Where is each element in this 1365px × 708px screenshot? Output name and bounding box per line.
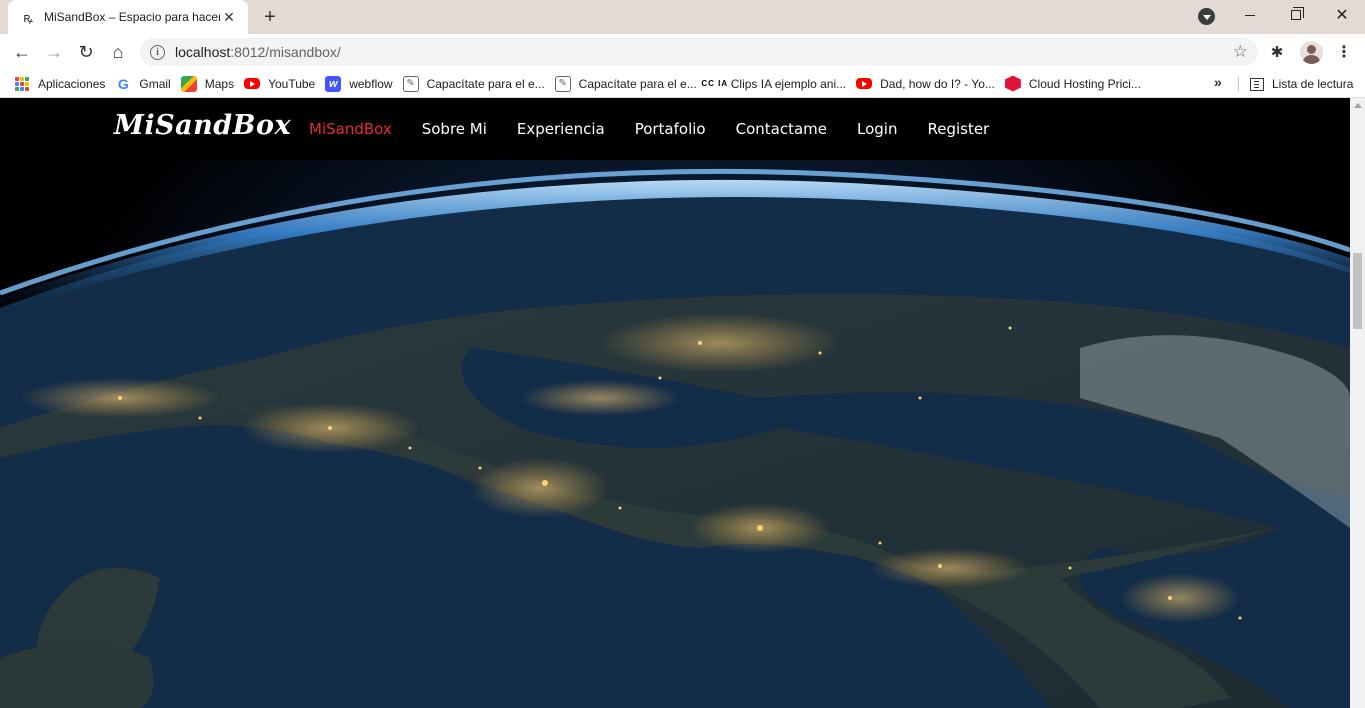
edit-page-icon: ✎ (402, 75, 419, 92)
minimize-icon (1245, 14, 1255, 16)
site-info-icon[interactable]: i (150, 44, 165, 60)
browser-toolbar: ← → ↻ ⌂ i localhost:8012/misandbox/ ☆ ✱ … (0, 34, 1365, 70)
bookmark-label: Dad, how do I? - Yo... (880, 76, 995, 91)
bookmark-cloud-hosting[interactable]: Cloud Hosting Prici... (1004, 72, 1149, 96)
bookmarks-divider (1238, 76, 1239, 92)
tab-search-icon[interactable] (1198, 8, 1215, 25)
nav-link-contactame[interactable]: Contactame (736, 120, 827, 138)
bookmark-dad-how-do-i[interactable]: Dad, how do I? - Yo... (856, 72, 1003, 96)
nav-link-sobre-mi[interactable]: Sobre Mi (422, 120, 487, 138)
ccia-icon: CC IA (701, 79, 729, 88)
bookmark-label: Capacítate para el e... (426, 76, 545, 91)
bookmark-aplicaciones[interactable]: Aplicaciones (14, 72, 113, 96)
window-restore-button[interactable] (1273, 0, 1319, 30)
youtube-icon (244, 78, 261, 89)
home-button[interactable]: ⌂ (103, 37, 133, 67)
google-icon: G (117, 75, 129, 92)
hero-image (0, 98, 1350, 708)
browser-menu-icon[interactable]: ⋮ (1334, 40, 1354, 64)
bookmark-label: webflow (349, 76, 393, 91)
bookmark-star-icon[interactable]: ☆ (1233, 42, 1248, 62)
nav-link-misandbox[interactable]: MiSandBox (309, 120, 392, 138)
maps-icon (180, 75, 197, 92)
site-nav-links: MiSandBox Sobre Mi Experiencia Portafoli… (309, 120, 1019, 138)
scrollbar-thumb[interactable] (1353, 253, 1362, 329)
bookmarks-bar: Aplicaciones G Gmail Maps YouTube w webf… (0, 70, 1365, 98)
bookmark-label: YouTube (268, 76, 316, 91)
bookmark-gmail[interactable]: G Gmail (115, 72, 178, 96)
tab-title: MiSandBox – Espacio para hacer (44, 10, 220, 24)
earth-night-illustration (0, 168, 1350, 708)
forward-button[interactable]: → (39, 37, 69, 67)
bookmark-youtube[interactable]: YouTube (244, 72, 323, 96)
tab-strip: ꝶ MiSandBox – Espacio para hacer ✕ + ✕ (0, 0, 1365, 34)
nav-link-register[interactable]: Register (927, 120, 989, 138)
page-scrollbar[interactable] (1350, 98, 1365, 708)
profile-avatar[interactable] (1300, 41, 1323, 64)
bookmark-label: Cloud Hosting Prici... (1028, 76, 1141, 91)
bookmarks-overflow-icon[interactable]: » (1214, 74, 1222, 90)
restore-icon (1291, 7, 1304, 20)
url-text[interactable]: localhost:8012/misandbox/ (175, 44, 341, 60)
reading-list-button[interactable]: Lista de lectura (1250, 72, 1353, 96)
bookmark-webflow[interactable]: w webflow (325, 72, 400, 96)
bookmark-label: Clips IA ejemplo ani... (730, 76, 847, 91)
url-path: :8012/misandbox/ (230, 44, 341, 60)
bookmark-capacitate-1[interactable]: ✎ Capacítate para el e... (402, 72, 553, 96)
browser-tab-active[interactable]: ꝶ MiSandBox – Espacio para hacer ✕ (8, 0, 248, 34)
scroll-up-arrow-icon[interactable] (1350, 98, 1365, 112)
bookmark-capacitate-2[interactable]: ✎ Capacítate para el e... (554, 72, 705, 96)
bookmark-clips-ia[interactable]: CC IA Clips IA ejemplo ani... (701, 72, 854, 96)
webflow-icon: w (325, 75, 342, 92)
window-close-button[interactable]: ✕ (1319, 0, 1365, 30)
nav-link-portafolio[interactable]: Portafolio (635, 120, 706, 138)
cloud-hex-icon (1004, 75, 1021, 92)
nav-link-experiencia[interactable]: Experiencia (517, 120, 605, 138)
site-navbar: MiSandBox MiSandBox Sobre Mi Experiencia… (0, 98, 1350, 160)
reading-list-icon (1250, 77, 1264, 91)
bookmark-label: Aplicaciones (38, 76, 106, 91)
back-button[interactable]: ← (7, 37, 37, 67)
url-host: localhost (175, 44, 231, 60)
extensions-puzzle-icon[interactable]: ✱ (1268, 43, 1286, 61)
page-viewport: MiSandBox MiSandBox Sobre Mi Experiencia… (0, 98, 1350, 708)
window-minimize-button[interactable] (1227, 0, 1273, 30)
new-tab-button[interactable]: + (258, 5, 282, 29)
address-bar[interactable]: i localhost:8012/misandbox/ ☆ (140, 38, 1258, 66)
tab-close-icon[interactable]: ✕ (220, 8, 238, 26)
apps-grid-icon (14, 76, 30, 92)
edit-page-icon: ✎ (554, 75, 571, 92)
site-favicon-icon: ꝶ (23, 11, 33, 26)
site-brand-logo[interactable]: MiSandBox (114, 110, 291, 141)
bookmark-label: Maps (204, 76, 235, 91)
bookmark-label: Capacítate para el e... (578, 76, 697, 91)
bookmark-label: Gmail (139, 76, 171, 91)
nav-link-login[interactable]: Login (857, 120, 897, 138)
youtube-icon (856, 78, 873, 89)
reading-list-label: Lista de lectura (1272, 77, 1354, 91)
bookmark-maps[interactable]: Maps (180, 72, 242, 96)
reload-button[interactable]: ↻ (71, 37, 101, 67)
